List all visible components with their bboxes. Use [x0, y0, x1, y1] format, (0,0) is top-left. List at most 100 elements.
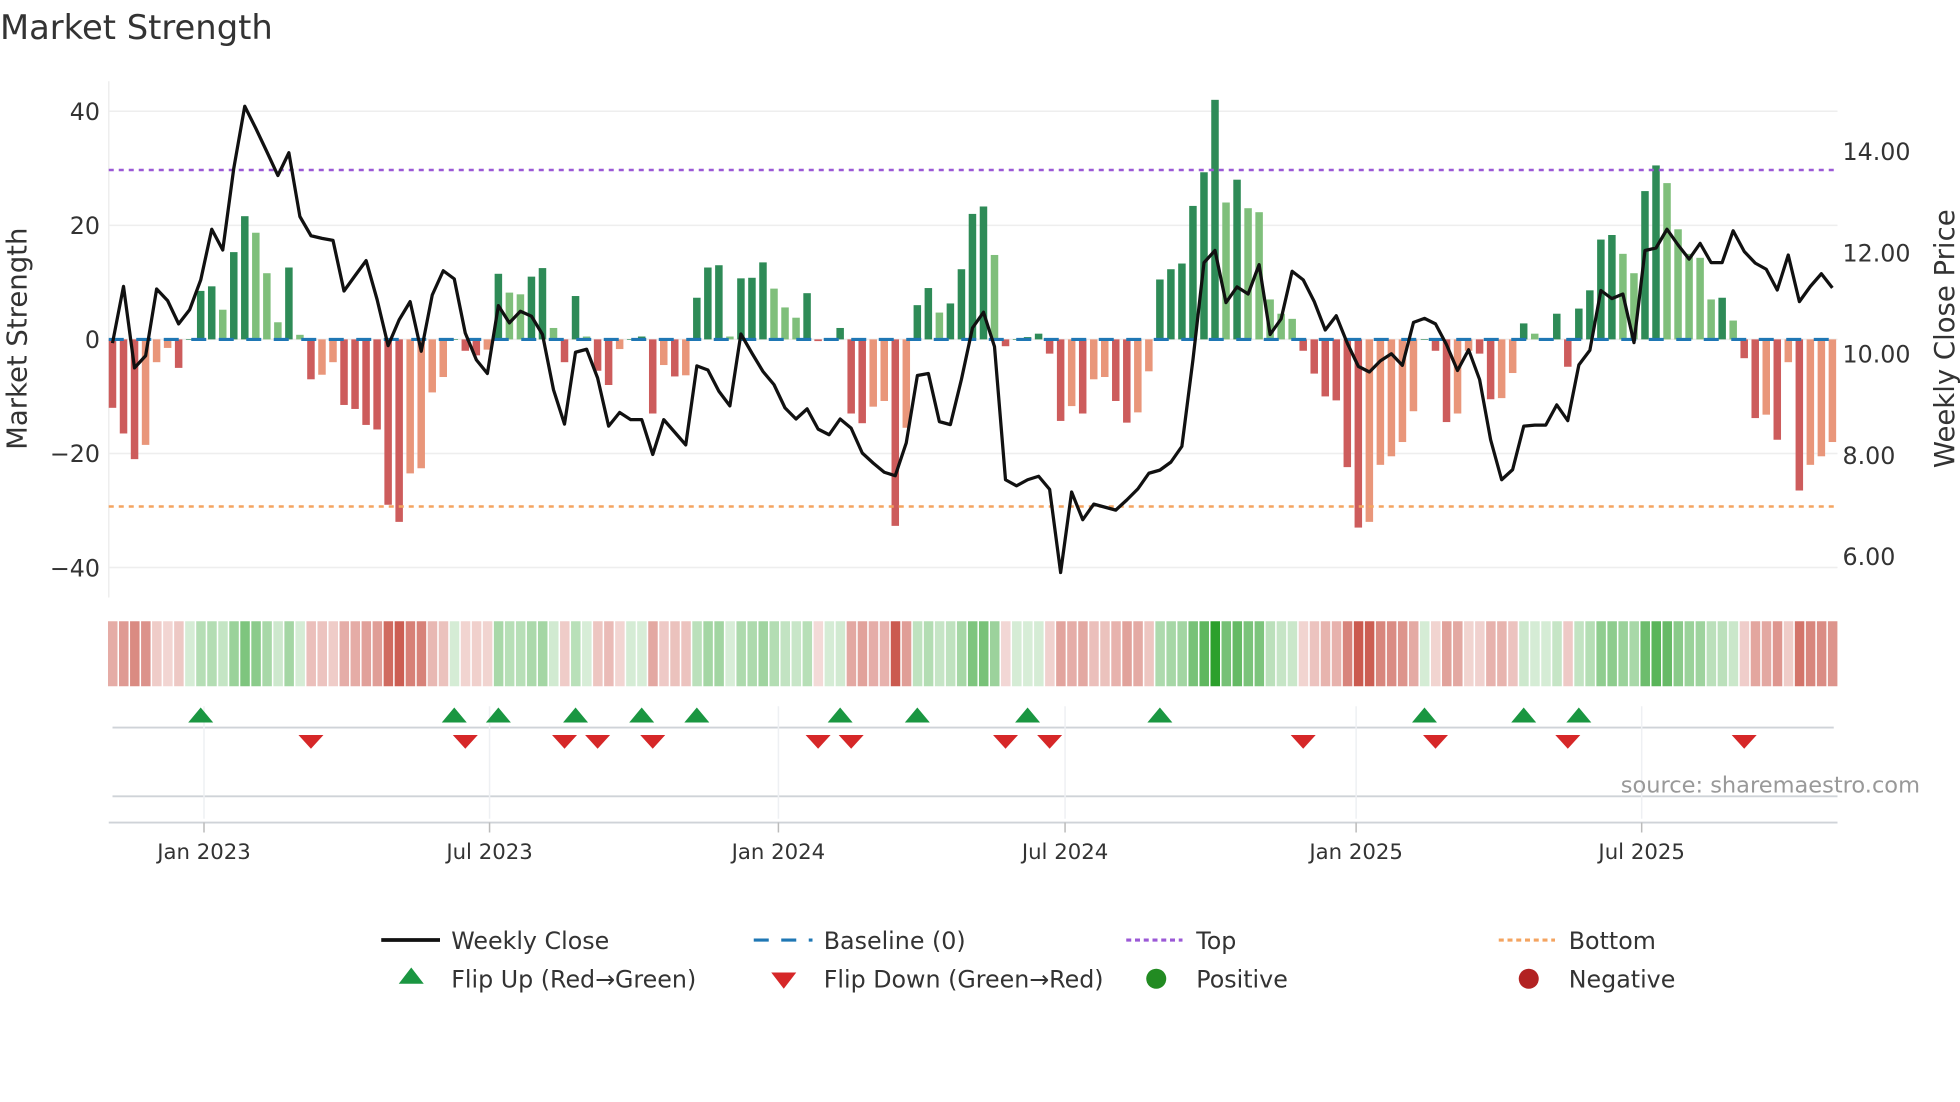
- heatmap-cell: [1508, 621, 1518, 687]
- heatmap-cell: [1827, 621, 1838, 687]
- strength-bar: [880, 339, 888, 401]
- strength-bar: [1751, 339, 1759, 419]
- flip-up-marker: [1566, 707, 1592, 723]
- flip-up-marker: [188, 707, 214, 723]
- heatmap-cell: [185, 621, 195, 687]
- heatmap-cell: [1794, 621, 1805, 687]
- strength-bar: [1310, 339, 1318, 374]
- strength-bar: [693, 297, 701, 340]
- strength-bar: [1497, 339, 1506, 399]
- flip-down-marker: [993, 735, 1019, 749]
- heatmap-cell: [1386, 621, 1397, 687]
- heatmap-cell: [152, 621, 162, 687]
- strength-bar: [1078, 339, 1087, 414]
- strength-bar: [671, 339, 679, 377]
- strength-bar: [1045, 339, 1054, 354]
- x-tick-label: Jan 2025: [1307, 840, 1403, 865]
- heatmap-cell: [229, 621, 239, 687]
- flip-up-marker: [684, 707, 710, 723]
- heatmap-cell: [1750, 621, 1761, 687]
- flip-up-marker: [1511, 707, 1537, 723]
- heatmap-cell: [1574, 621, 1584, 687]
- strength-bar: [263, 273, 271, 340]
- strength-bar: [902, 339, 911, 428]
- heatmap-cell: [1772, 621, 1783, 687]
- market-strength-chart: Market Strength 40 20 0 −20 −40 14.00 12.00 10…: [0, 8, 1960, 994]
- flip-down-marker: [298, 735, 324, 749]
- heatmap-cell: [1541, 621, 1551, 687]
- heatmap-cell: [1585, 621, 1595, 687]
- heatmap-cell: [1034, 621, 1044, 687]
- heatmap-cell: [1298, 621, 1309, 687]
- strength-bar: [704, 267, 712, 340]
- heatmap-cell: [515, 621, 526, 687]
- heatmap-cell: [1596, 621, 1606, 687]
- heatmap-cell: [582, 621, 592, 687]
- heatmap-cell: [1100, 621, 1110, 687]
- strength-bar: [957, 269, 966, 340]
- strength-bar: [781, 307, 789, 340]
- legend-flip-down: Flip Down (Green→Red): [824, 966, 1104, 994]
- heatmap-cell: [1089, 621, 1099, 687]
- flip-down-marker: [640, 735, 666, 749]
- strength-bar: [1696, 257, 1704, 340]
- flip-down-marker: [1731, 735, 1757, 749]
- strength-bar: [1420, 339, 1429, 340]
- heatmap-cell: [1530, 621, 1540, 687]
- strength-bar: [351, 339, 359, 409]
- x-tick-label: Jul 2024: [1020, 840, 1108, 865]
- flip-up-marker: [904, 707, 930, 723]
- heatmap-cell: [240, 621, 250, 687]
- strength-bar: [1707, 299, 1715, 340]
- strength-bar: [924, 288, 933, 340]
- strength-bar: [737, 278, 745, 340]
- strength-bar: [1067, 339, 1076, 407]
- flip-markers: [112, 706, 1838, 819]
- y2-tick-label: 6.00: [1843, 543, 1896, 571]
- flip-down-marker: [1555, 735, 1581, 749]
- heatmap-cell: [1199, 621, 1209, 687]
- strength-bar: [241, 216, 249, 340]
- strength-bar: [1530, 333, 1539, 340]
- strength-bar: [836, 327, 844, 340]
- heatmap-cell: [769, 621, 779, 687]
- flip-up-marker: [1411, 707, 1437, 723]
- heatmap-cell: [493, 621, 504, 687]
- strength-bar: [660, 339, 668, 366]
- strength-bar: [770, 288, 778, 340]
- flip-down-marker: [1290, 735, 1316, 749]
- strength-bar: [891, 339, 900, 526]
- heatmap-cell: [802, 621, 813, 687]
- strength-bar: [1663, 183, 1671, 340]
- strength-bar: [571, 296, 580, 340]
- heatmap-cell: [1761, 621, 1772, 687]
- heatmap-cell: [262, 621, 272, 687]
- strength-bar: [869, 339, 877, 407]
- strength-bar: [1475, 339, 1484, 354]
- heatmap-cell: [1431, 621, 1441, 687]
- heatmap-cell: [1287, 621, 1298, 687]
- strength-bar: [1332, 339, 1341, 401]
- strength-bar: [803, 293, 811, 340]
- strength-bar: [362, 339, 370, 425]
- strength-bar: [1101, 339, 1109, 378]
- heatmap-cell: [1662, 621, 1673, 687]
- strength-bar: [230, 252, 238, 340]
- heatmap-cell: [659, 621, 669, 687]
- heatmap-cell: [1122, 621, 1132, 687]
- heatmap-cell: [1464, 621, 1474, 687]
- strength-bar: [1773, 339, 1782, 440]
- heatmap-cell: [1144, 621, 1154, 687]
- strength-bar: [935, 312, 944, 340]
- heatmap-cell: [912, 621, 923, 687]
- strength-bar: [946, 303, 955, 340]
- heatmap-cell: [1497, 621, 1507, 687]
- heatmap-cell: [130, 621, 140, 687]
- heatmap-cell: [934, 621, 945, 687]
- heatmap-cell: [372, 621, 383, 687]
- strength-bar: [108, 339, 117, 408]
- flip-down-marker: [1037, 735, 1063, 749]
- heatmap-cell: [967, 621, 978, 687]
- heatmap-cell: [1309, 621, 1320, 687]
- heatmap-cell: [1519, 621, 1529, 687]
